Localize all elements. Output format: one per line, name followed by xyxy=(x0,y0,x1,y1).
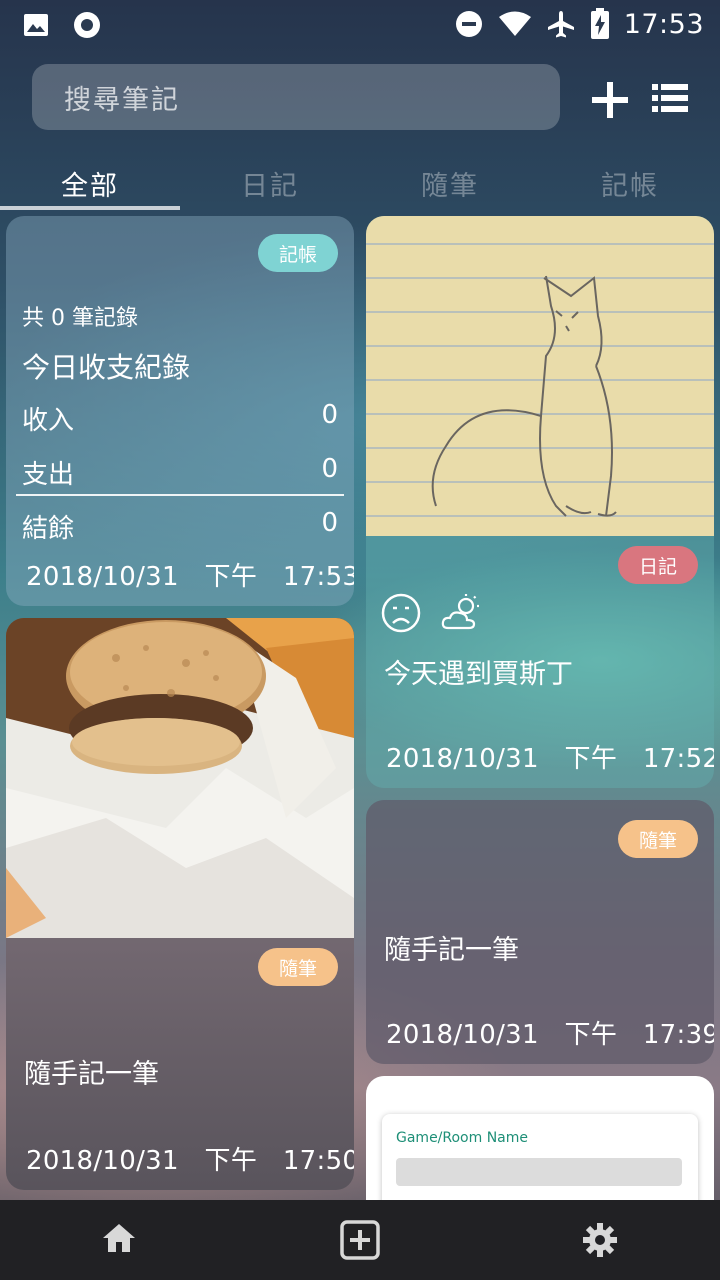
sad-face-icon xyxy=(380,592,422,638)
memo-note-card[interactable]: 隨筆 隨手記一筆 2018/10/31 下午 17:39 xyxy=(366,800,714,1064)
diary-badge: 日記 xyxy=(618,546,698,584)
ledger-note-card[interactable]: 記帳 共 0 筆記錄 今日收支紀錄 收入 0 支出 0 結餘 0 2018/10… xyxy=(6,216,354,606)
expense-label: 支出 xyxy=(22,460,75,490)
balance-label: 結餘 xyxy=(22,514,75,544)
balance-value: 0 xyxy=(321,508,338,538)
airplane-icon xyxy=(546,9,576,39)
memo-badge: 隨筆 xyxy=(258,948,338,986)
screenshot-note-card[interactable]: Game/Room Name xyxy=(366,1076,714,1200)
tab-ledger[interactable]: 記帳 xyxy=(540,150,720,210)
sketch-photo xyxy=(366,216,714,536)
field-label: Game/Room Name xyxy=(396,1130,529,1146)
tab-all[interactable]: 全部 xyxy=(0,150,180,210)
note-date: 2018/10/31 下午 17:39 xyxy=(386,1020,714,1050)
mood-weather-row xyxy=(380,592,484,638)
note-date: 2018/10/31 下午 17:53 xyxy=(26,562,354,592)
tab-diary[interactable]: 日記 xyxy=(180,150,360,210)
income-value: 0 xyxy=(321,400,338,430)
partly-cloudy-icon xyxy=(440,592,484,638)
category-tabs: 全部 日記 隨筆 記帳 xyxy=(0,150,720,210)
record-icon xyxy=(72,10,102,40)
add-box-icon[interactable] xyxy=(340,1220,380,1264)
record-count: 共 0 筆記錄 xyxy=(22,306,138,331)
expense-row: 支出 0 xyxy=(22,454,338,491)
note-text: 隨手記一筆 xyxy=(384,935,519,966)
ledger-divider xyxy=(16,494,344,496)
wifi-icon xyxy=(498,10,532,38)
list-view-icon[interactable] xyxy=(652,83,688,115)
ledger-badge: 記帳 xyxy=(258,234,338,272)
settings-icon[interactable] xyxy=(582,1222,618,1262)
memo-badge: 隨筆 xyxy=(618,820,698,858)
note-text: 隨手記一筆 xyxy=(24,1059,159,1090)
expense-value: 0 xyxy=(321,454,338,484)
clock: 17:53 xyxy=(623,8,704,40)
diary-note-card[interactable]: 日記 今天遇到賈斯丁 2018/10/31 下午 17:52 xyxy=(366,216,714,788)
photo-memo-card[interactable]: 隨筆 隨手記一筆 2018/10/31 下午 17:50 xyxy=(6,618,354,1190)
home-icon[interactable] xyxy=(102,1222,136,1258)
income-label: 收入 xyxy=(22,406,75,436)
food-photo xyxy=(6,618,354,938)
note-text: 今天遇到賈斯丁 xyxy=(384,659,573,690)
screenshot-preview: Game/Room Name xyxy=(382,1114,698,1200)
balance-row: 結餘 0 xyxy=(22,508,338,545)
add-icon[interactable] xyxy=(590,80,630,120)
note-date: 2018/10/31 下午 17:50 xyxy=(26,1146,354,1176)
image-icon xyxy=(22,11,50,39)
battery-charging-icon xyxy=(590,8,610,40)
ledger-title: 今日收支紀錄 xyxy=(22,351,191,384)
search-placeholder: 搜尋筆記 xyxy=(64,84,180,116)
status-bar: 17:53 xyxy=(0,0,720,50)
field-input-preview xyxy=(396,1158,682,1186)
note-date: 2018/10/31 下午 17:52 xyxy=(386,744,714,774)
search-input[interactable]: 搜尋筆記 xyxy=(32,64,560,130)
income-row: 收入 0 xyxy=(22,400,338,437)
do-not-disturb-icon xyxy=(454,9,484,39)
bottom-nav xyxy=(0,1200,720,1280)
tab-memo[interactable]: 隨筆 xyxy=(360,150,540,210)
